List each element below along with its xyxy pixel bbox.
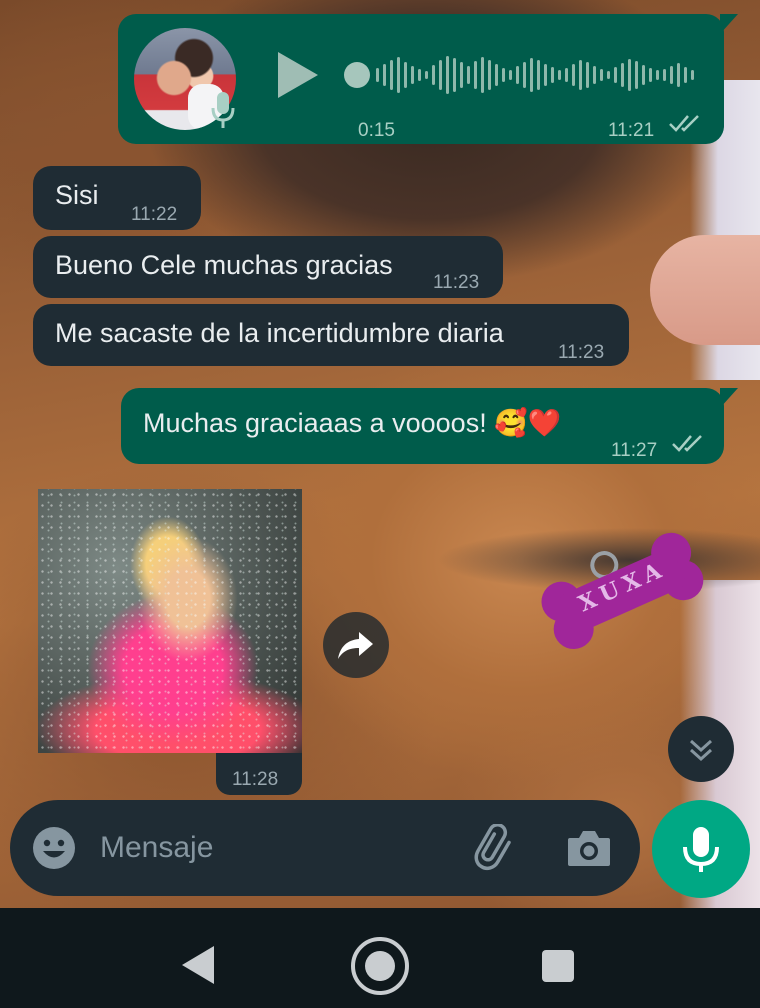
message-text: Bueno Cele muchas gracias <box>55 250 393 280</box>
message-bubble-outgoing[interactable]: Muchas graciaaas a voooos! 🥰❤️ 11:27 <box>121 388 724 464</box>
waveform-bar <box>544 64 547 86</box>
home-circle-icon[interactable] <box>350 936 410 996</box>
voice-duration: 0:15 <box>358 120 395 141</box>
waveform-bar <box>600 69 603 81</box>
waveform-bar <box>404 62 407 88</box>
system-navigation-bar <box>0 908 760 1008</box>
scroll-to-bottom-button[interactable] <box>668 716 734 782</box>
waveform-bar <box>691 70 694 80</box>
waveform-bar <box>670 66 673 84</box>
message-bubble-incoming[interactable]: Bueno Cele muchas gracias 11:23 <box>33 236 503 298</box>
emoji-icon[interactable] <box>32 826 76 870</box>
image-message[interactable] <box>38 489 302 753</box>
mic-icon <box>211 92 235 128</box>
chat-area[interactable]: 0:15 11:21 Sisi 11:22 Bueno Cele muchas … <box>0 0 760 800</box>
waveform-bar <box>425 71 428 79</box>
forward-icon <box>338 632 373 659</box>
waveform-bar <box>439 60 442 90</box>
waveform-bar <box>383 64 386 86</box>
waveform-bar <box>481 57 484 93</box>
waveform-bar <box>614 67 617 83</box>
image-content <box>38 489 302 753</box>
waveform-bar <box>621 63 624 87</box>
waveform-bar <box>649 68 652 82</box>
waveform-bar <box>530 58 533 92</box>
camera-icon[interactable] <box>566 826 612 870</box>
message-composer <box>10 800 640 896</box>
waveform-bar <box>488 60 491 90</box>
waveform-bar <box>572 64 575 86</box>
read-ticks-icon <box>672 435 702 452</box>
play-icon[interactable] <box>278 52 318 98</box>
waveform-bar <box>663 69 666 81</box>
waveform-bar <box>474 61 477 89</box>
playback-scrubber[interactable] <box>344 62 370 88</box>
paperclip-icon[interactable] <box>472 824 520 872</box>
waveform-bar <box>523 62 526 88</box>
waveform[interactable] <box>374 52 704 98</box>
message-bubble-incoming[interactable]: Me sacaste de la incertidumbre diaria 11… <box>33 304 629 366</box>
waveform-bar <box>565 68 568 82</box>
waveform-bar <box>558 70 561 80</box>
waveform-bar <box>418 69 421 81</box>
waveform-bar <box>495 64 498 86</box>
image-time-pill: 11:28 <box>216 753 302 795</box>
waveform-bar <box>376 68 379 82</box>
waveform-bar <box>509 70 512 80</box>
forward-button[interactable] <box>323 612 389 678</box>
message-text: Sisi <box>55 180 99 210</box>
back-triangle-icon[interactable] <box>178 944 218 986</box>
message-time: 11:23 <box>558 342 605 363</box>
emoji-text: 🥰❤️ <box>494 408 562 438</box>
waveform-bar <box>390 60 393 90</box>
waveform-bar <box>537 60 540 90</box>
waveform-bar <box>579 60 582 90</box>
waveform-bar <box>607 71 610 79</box>
waveform-bar <box>642 65 645 85</box>
message-time: 11:23 <box>433 272 480 293</box>
double-chevron-down-icon <box>689 739 713 762</box>
waveform-bar <box>467 66 470 84</box>
message-time: 11:21 <box>608 120 655 141</box>
message-time: 11:28 <box>232 769 279 790</box>
message-bubble-incoming[interactable]: Sisi 11:22 <box>33 166 201 230</box>
waveform-bar <box>397 57 400 93</box>
message-time: 11:22 <box>131 204 178 225</box>
message-input[interactable] <box>100 824 440 872</box>
waveform-bar <box>677 63 680 87</box>
message-time: 11:27 <box>611 440 658 461</box>
waveform-bar <box>628 59 631 91</box>
waveform-bar <box>586 62 589 88</box>
read-ticks-icon <box>669 115 699 132</box>
mic-icon <box>683 827 719 872</box>
recents-square-icon[interactable] <box>542 950 574 982</box>
voice-message[interactable]: 0:15 11:21 <box>118 14 724 144</box>
waveform-bar <box>453 58 456 92</box>
waveform-bar <box>411 66 414 84</box>
waveform-bar <box>635 61 638 89</box>
voice-record-button[interactable] <box>652 800 750 898</box>
waveform-bar <box>551 67 554 83</box>
waveform-bar <box>656 70 659 80</box>
waveform-bar <box>516 66 519 84</box>
waveform-bar <box>684 67 687 83</box>
waveform-bar <box>432 65 435 85</box>
message-text: Muchas graciaaas a voooos! 🥰❤️ <box>143 408 562 438</box>
waveform-bar <box>446 56 449 94</box>
waveform-bar <box>593 66 596 84</box>
message-text: Me sacaste de la incertidumbre diaria <box>55 318 504 348</box>
waveform-bar <box>460 62 463 88</box>
waveform-bar <box>502 68 505 82</box>
